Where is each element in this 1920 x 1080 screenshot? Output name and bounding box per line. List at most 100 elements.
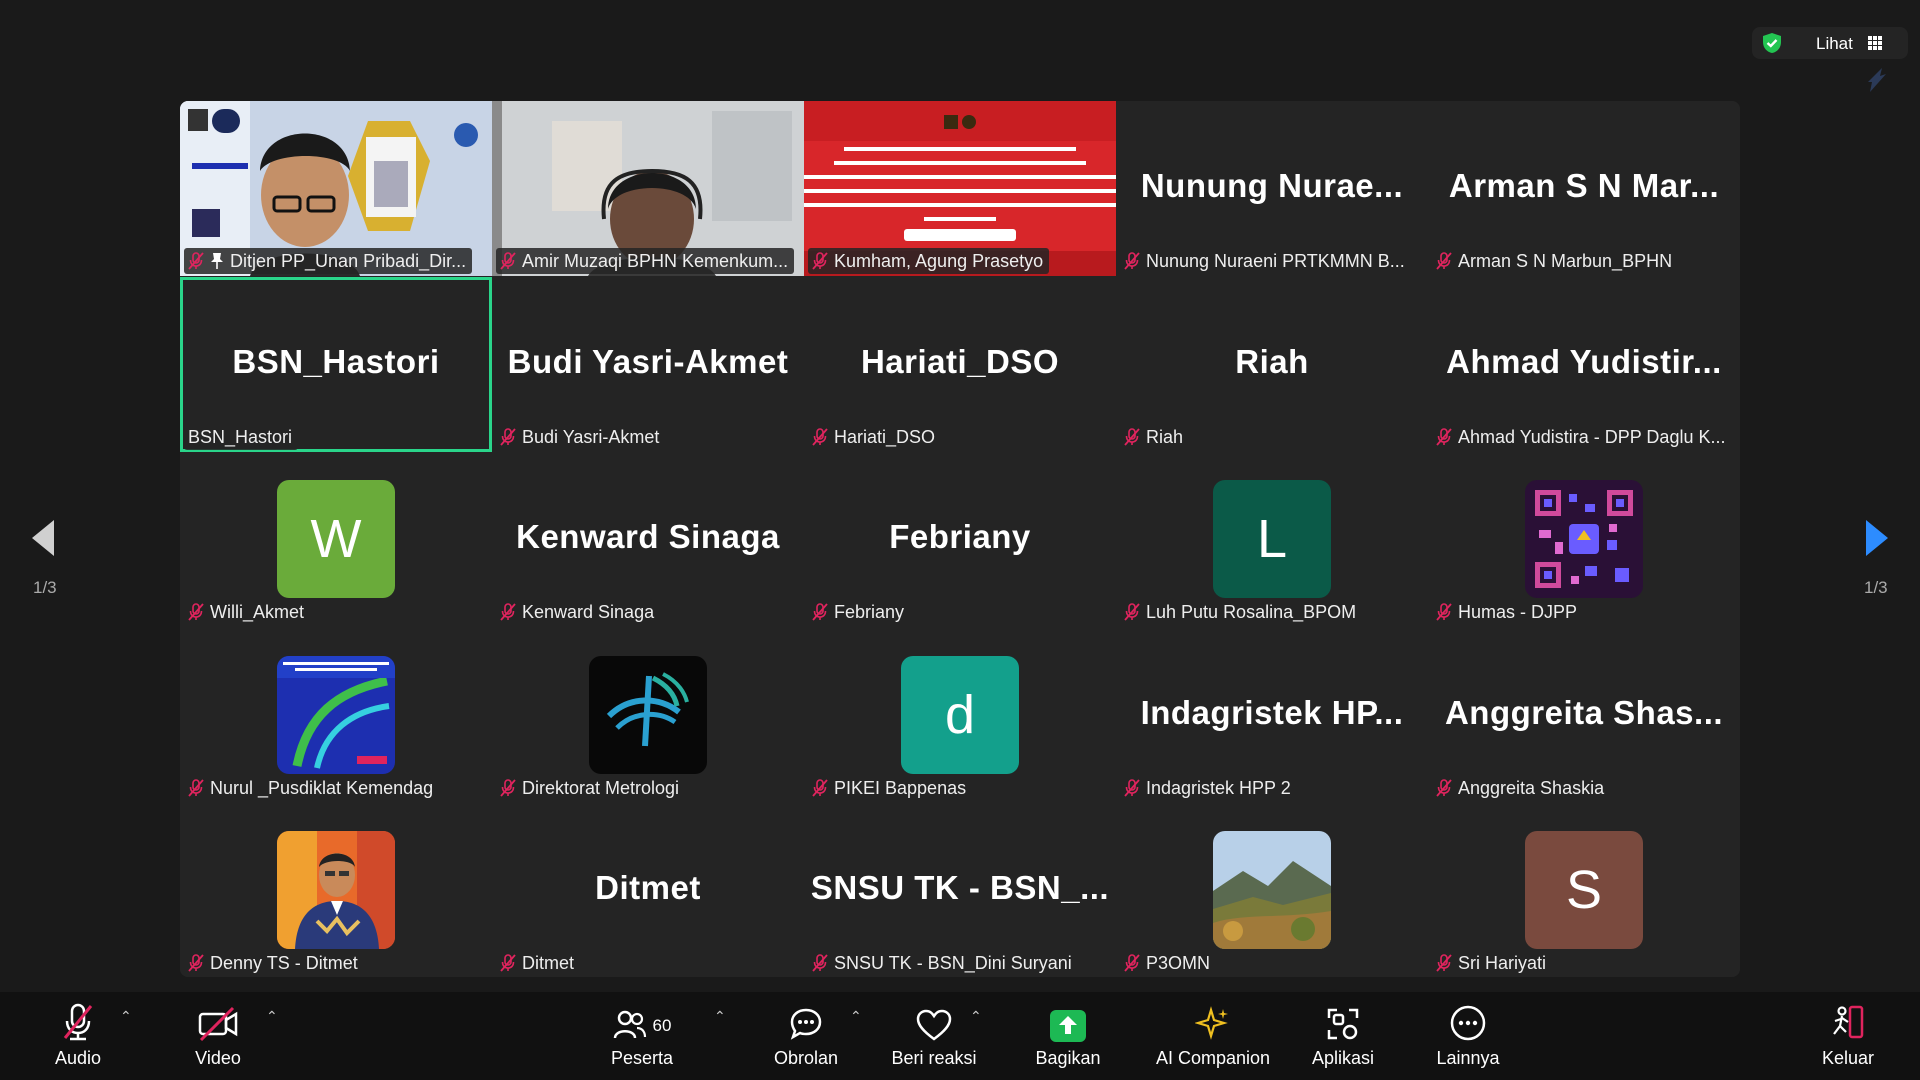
video-button[interactable]: Video <box>186 992 250 1080</box>
participant-display-name: BSN_Hastori <box>232 343 440 380</box>
apps-icon <box>1327 1008 1359 1040</box>
next-page-arrow-icon[interactable] <box>1862 518 1892 558</box>
reactions-button[interactable]: Beri reaksi <box>888 992 980 1080</box>
muted-mic-icon <box>812 603 828 621</box>
participant-avatar <box>277 831 395 949</box>
participant-name-tag: P3OMN <box>1120 950 1217 976</box>
chat-button[interactable]: Obrolan <box>766 992 846 1080</box>
participant-name: Nurul _Pusdiklat Kemendag <box>210 777 434 798</box>
participant-name-tag: BSN_Hastori <box>184 424 299 450</box>
participants-button[interactable]: 60 Peserta <box>604 992 680 1080</box>
landscape-photo-icon <box>1213 831 1331 949</box>
participant-tile[interactable]: Nurul _Pusdiklat Kemendag <box>180 628 492 803</box>
participant-avatar: W <box>277 480 395 598</box>
participant-name: Amir Muzaqi BPHN Kemenkum... <box>522 250 789 271</box>
participant-name: Ditmet <box>522 952 575 973</box>
participant-name: Humas - DJPP <box>1458 601 1578 622</box>
participant-name-tag: Humas - DJPP <box>1432 599 1584 625</box>
muted-mic-icon <box>1124 603 1140 621</box>
qr-code-avatar-icon <box>1525 480 1643 598</box>
participant-display-name: Indagristek HP... <box>1140 694 1404 731</box>
audio-button[interactable]: Audio <box>46 992 110 1080</box>
audio-options-caret-icon[interactable]: ⌃ <box>120 1008 132 1025</box>
chat-label: Obrolan <box>773 1048 839 1068</box>
participant-display-name: Ditmet <box>595 869 701 906</box>
participant-display-name: Riah <box>1235 343 1309 380</box>
participant-name-tag: Riah <box>1120 424 1190 450</box>
participant-tile[interactable]: Kenward Sinaga Kenward Sinaga <box>492 452 804 627</box>
participant-tile[interactable]: SNSU TK - BSN_... SNSU TK - BSN_Dini Sury… <box>804 803 1116 977</box>
participant-tile[interactable]: Ahmad Yudistir... Ahmad Yudistira - DPP D… <box>1428 277 1740 452</box>
muted-mic-icon <box>1124 779 1140 797</box>
apps-label: Aplikasi <box>1311 1048 1375 1068</box>
muted-mic-icon <box>812 954 828 972</box>
reactions-options-caret-icon[interactable]: ⌃ <box>970 1008 982 1025</box>
participant-tile[interactable]: Anggreita Shas... Anggreita Shaskia <box>1428 628 1740 803</box>
participant-name: Luh Putu Rosalina_BPOM <box>1146 601 1357 622</box>
muted-mic-icon <box>1436 603 1452 621</box>
participant-tile[interactable]: d PIKEI Bappenas <box>804 628 1116 803</box>
participant-tile[interactable]: Direktorat Metrologi <box>492 628 804 803</box>
participant-tile[interactable]: P3OMN <box>1116 803 1428 977</box>
participant-tile[interactable]: Nunung Nurae... Nunung Nuraeni PRTKMMN B.… <box>1116 101 1428 276</box>
page-indicator-right: 1/3 <box>1864 578 1888 597</box>
ai-sparkle-icon <box>1195 1006 1228 1040</box>
participant-display-name: Nunung Nurae... <box>1140 167 1404 204</box>
participant-tile[interactable]: Febriany Febriany <box>804 452 1116 627</box>
chat-options-caret-icon[interactable]: ⌃ <box>850 1008 862 1025</box>
video-options-caret-icon[interactable]: ⌃ <box>266 1008 278 1025</box>
leave-button[interactable]: Keluar <box>1818 992 1878 1080</box>
participant-tile[interactable]: Ditmet Ditmet <box>492 803 804 977</box>
share-label: Bagikan <box>1035 1048 1101 1068</box>
participant-name: Ahmad Yudistira - DPP Daglu K... <box>1458 426 1726 447</box>
participant-avatar: L <box>1213 480 1331 598</box>
participant-tile[interactable]: BSN_Hastori BSN_Hastori <box>180 277 492 452</box>
view-button[interactable]: Lihat <box>1752 27 1908 59</box>
participant-name: Kumham, Agung Prasetyo <box>834 250 1044 271</box>
apps-button[interactable]: Aplikasi <box>1308 992 1378 1080</box>
leave-label: Keluar <box>1821 1048 1875 1068</box>
share-button[interactable]: Bagikan <box>1030 992 1106 1080</box>
participant-avatar: S <box>1525 831 1643 949</box>
participant-tile[interactable]: Budi Yasri-Akmet Budi Yasri-Akmet <box>492 277 804 452</box>
ai-companion-label: AI Companion <box>1155 1048 1271 1068</box>
more-button[interactable]: Lainnya <box>1430 992 1506 1080</box>
participant-tile[interactable]: L Luh Putu Rosalina_BPOM <box>1116 452 1428 627</box>
muted-mic-icon <box>500 954 516 972</box>
muted-mic-icon <box>1436 954 1452 972</box>
participant-name-tag: Ditmet <box>496 950 581 976</box>
participant-name-tag: Budi Yasri-Akmet <box>496 424 666 450</box>
participant-tile[interactable]: Humas - DJPP <box>1428 452 1740 627</box>
participant-tile[interactable]: Amir Muzaqi BPHN Kemenkum... <box>492 101 804 276</box>
video-gallery: Ditjen PP_Unan Pribadi_Dir... Amir Muzaqi… <box>180 101 1740 977</box>
participant-display-name: Kenward Sinaga <box>516 518 780 555</box>
participant-name: P3OMN <box>1146 952 1211 973</box>
participants-count: 60 <box>652 1016 672 1035</box>
muted-mic-icon <box>500 603 516 621</box>
participant-tile[interactable]: Arman S N Mar... Arman S N Marbun_BPHN <box>1428 101 1740 276</box>
participant-tile[interactable]: Indagristek HP... Indagristek HPP 2 <box>1116 628 1428 803</box>
more-label: Lainnya <box>1436 1048 1500 1068</box>
participant-name-tag: Kenward Sinaga <box>496 599 661 625</box>
participants-options-caret-icon[interactable]: ⌃ <box>714 1008 726 1025</box>
participant-name-tag: Kumham, Agung Prasetyo <box>808 248 1050 274</box>
participant-tile[interactable]: Denny TS - Ditmet <box>180 803 492 977</box>
participant-name-tag: PIKEI Bappenas <box>808 775 973 801</box>
chat-icon <box>790 1008 822 1040</box>
ministry-of-trade-logo-icon <box>589 656 707 774</box>
participant-tile[interactable]: W Willi_Akmet <box>180 452 492 627</box>
ai-companion-button[interactable]: AI Companion <box>1148 992 1278 1080</box>
participant-avatar <box>589 656 707 774</box>
participant-tile[interactable]: S Sri Hariyati <box>1428 803 1740 977</box>
muted-mic-icon <box>812 252 828 270</box>
participant-name: Indagristek HPP 2 <box>1146 777 1291 798</box>
participant-name-tag: Nurul _Pusdiklat Kemendag <box>184 775 440 801</box>
participant-tile[interactable]: Ditjen PP_Unan Pribadi_Dir... <box>180 101 492 276</box>
participant-tile[interactable]: Riah Riah <box>1116 277 1428 452</box>
muted-mic-icon <box>188 954 204 972</box>
participant-name: Hariati_DSO <box>834 426 936 447</box>
prev-page-arrow-icon[interactable] <box>28 518 58 558</box>
participant-tile[interactable]: Hariati_DSO Hariati_DSO <box>804 277 1116 452</box>
participant-name-tag: SNSU TK - BSN_Dini Suryani <box>808 950 1078 976</box>
participant-tile[interactable]: Kumham, Agung Prasetyo <box>804 101 1116 276</box>
